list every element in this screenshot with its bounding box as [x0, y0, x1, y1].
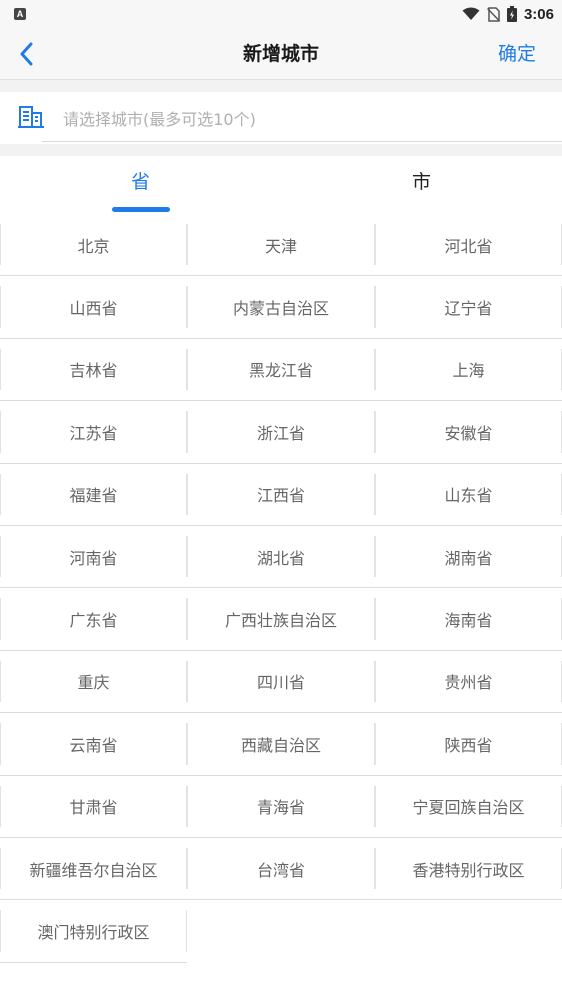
- status-icons: 3:06: [462, 6, 554, 23]
- province-option[interactable]: 福建省: [0, 464, 187, 526]
- province-option[interactable]: 上海: [375, 339, 562, 402]
- province-option[interactable]: 甘肃省: [0, 776, 187, 838]
- tab-province[interactable]: 省: [0, 156, 281, 222]
- province-option[interactable]: 内蒙古自治区: [187, 276, 375, 339]
- confirm-button[interactable]: 确定: [498, 28, 536, 80]
- province-option[interactable]: 四川省: [187, 651, 375, 714]
- province-option[interactable]: 山东省: [375, 464, 562, 526]
- province-option[interactable]: 河北省: [375, 214, 562, 277]
- province-option[interactable]: 黑龙江省: [187, 339, 375, 402]
- province-option[interactable]: 宁夏回族自治区: [375, 776, 562, 838]
- province-option[interactable]: 广西壮族自治区: [187, 588, 375, 651]
- nav-bar: 新增城市 确定: [0, 28, 562, 80]
- province-option[interactable]: 安徽省: [375, 401, 562, 464]
- section-gap: [0, 80, 562, 92]
- tab-city[interactable]: 市: [281, 156, 562, 222]
- province-option[interactable]: 湖南省: [375, 526, 562, 589]
- province-option[interactable]: 云南省: [0, 713, 187, 776]
- tab-label: 省: [130, 171, 150, 193]
- province-option[interactable]: 海南省: [375, 588, 562, 651]
- province-option[interactable]: 台湾省: [187, 838, 375, 901]
- province-option[interactable]: 天津: [187, 214, 375, 277]
- region-tabs: 省 市: [0, 156, 562, 222]
- no-sim-icon: [486, 6, 500, 22]
- province-option[interactable]: 辽宁省: [375, 276, 562, 339]
- tab-active-indicator: [111, 207, 170, 212]
- province-option[interactable]: 重庆: [0, 651, 187, 714]
- province-option[interactable]: 广东省: [0, 588, 187, 651]
- page-title: 新增城市: [242, 43, 319, 65]
- clock: 3:06: [523, 5, 554, 23]
- province-option[interactable]: 陕西省: [375, 713, 562, 776]
- province-option[interactable]: 香港特别行政区: [375, 838, 562, 901]
- province-option[interactable]: 北京: [0, 214, 187, 277]
- province-option[interactable]: 河南省: [0, 526, 187, 589]
- province-option[interactable]: 青海省: [187, 776, 375, 838]
- province-option[interactable]: 湖北省: [187, 526, 375, 589]
- province-option[interactable]: 贵州省: [375, 651, 562, 714]
- tab-label: 市: [411, 171, 431, 193]
- status-bar: A 3:06: [0, 0, 562, 28]
- province-grid: 北京 天津 河北省山西省 内蒙古自治区 辽宁省吉林省 黑龙江省 上海江苏省 浙江省 安徽省福建省…: [0, 214, 562, 963]
- section-gap: [0, 144, 562, 156]
- province-option[interactable]: 西藏自治区: [187, 713, 375, 776]
- battery-icon: [506, 6, 517, 22]
- province-option[interactable]: 澳门特别行政区: [0, 900, 187, 963]
- city-search-input[interactable]: [42, 98, 562, 142]
- province-option[interactable]: 江苏省: [0, 401, 187, 464]
- province-option[interactable]: 吉林省: [0, 339, 187, 402]
- province-option[interactable]: 江西省: [187, 464, 375, 526]
- province-option[interactable]: 新疆维吾尔自治区: [0, 838, 187, 901]
- app-badge-icon: A: [14, 8, 26, 20]
- province-option[interactable]: 山西省: [0, 276, 187, 339]
- city-select-row: [0, 92, 562, 144]
- building-icon: [18, 106, 44, 128]
- wifi-icon: [462, 7, 480, 20]
- province-option[interactable]: 浙江省: [187, 401, 375, 464]
